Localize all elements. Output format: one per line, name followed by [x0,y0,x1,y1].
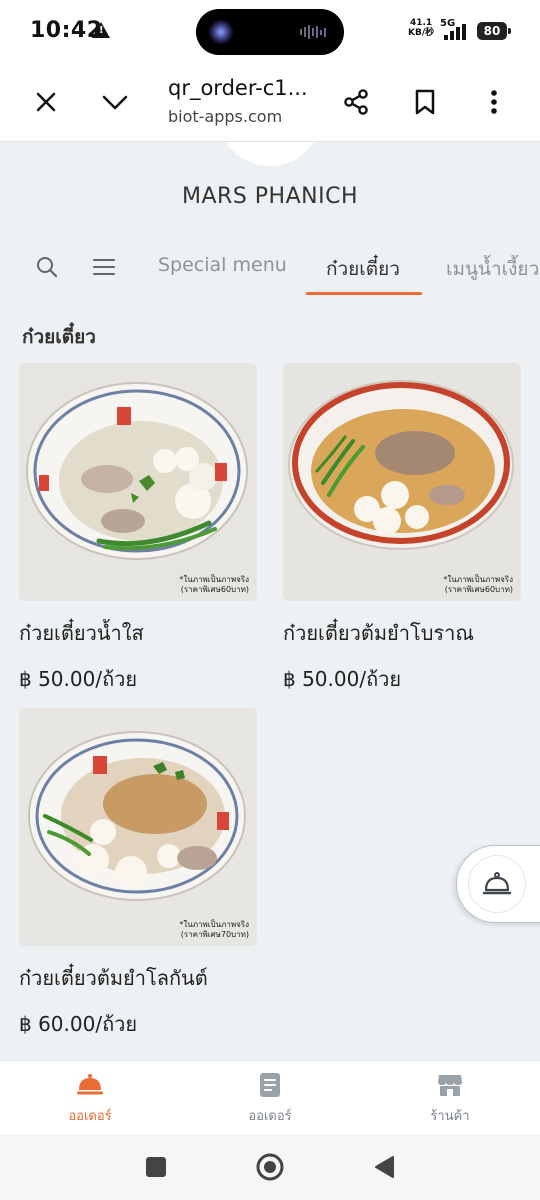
menu-item-card[interactable]: *ในภาพเป็นภาพจริง (ราคาพิเศษ60บาท) ก๋วยเ… [19,363,257,695]
menu-item-card[interactable]: *ในภาพเป็นภาพจริง (ราคาพิเศษ70บาท) ก๋วยเ… [19,708,257,1040]
chevron-down-icon[interactable] [93,80,137,124]
image-note: *ในภาพเป็นภาพจริง (ราคาพิเศษ60บาท) [179,575,249,595]
image-note-line-1: *ในภาพเป็นภาพจริง [443,575,513,584]
tab-nam-ngiao[interactable]: เมนูน้ำเงี้ยว [446,254,539,284]
tab-special-menu[interactable]: Special menu [158,254,287,276]
dynamic-island [196,9,344,55]
image-note-line-1: *ในภาพเป็นภาพจริง [179,920,249,929]
menu-item-name[interactable]: ก๋วยเตี๋ยวน้ำใส [19,617,257,649]
warning-icon [92,22,110,38]
status-bar: 10:42 41.1 KB/秒 5G 80 [0,0,540,62]
share-icon[interactable] [334,80,378,124]
image-note-line-2: (ราคาพิเศษ60บาท) [444,585,513,594]
bookmark-icon[interactable] [403,80,447,124]
bottom-nav: ออเดอร์ ออเดอร์ ร้านค้า [0,1060,540,1134]
nav-label: ออเดอร์ [68,1109,112,1124]
menu-icon[interactable] [89,252,119,282]
menu-item-name[interactable]: ก๋วยเตี๋ยวต้มยำโบราณ [283,617,521,649]
close-icon[interactable] [24,80,68,124]
network-speed-value: 41.1 [409,18,433,28]
home-icon[interactable] [255,1152,285,1182]
menu-item-image[interactable]: *ในภาพเป็นภาพจริง (ราคาพิเศษ70บาท) [19,708,257,946]
nav-order-list[interactable]: ออเดอร์ [180,1061,360,1135]
shop-name: MARS PHANICH [182,184,358,209]
page-url: biot-apps.com [168,107,283,126]
network-speed: 41.1 KB/秒 [408,18,434,38]
image-note-line-2: (ราคาพิเศษ70บาท) [180,930,249,939]
page-content: MARS PHANICH Special menu ก๋วยเตี๋ยว เมน… [0,142,540,1060]
section-title: ก๋วยเตี๋ยว [22,326,96,348]
store-icon [436,1071,464,1099]
network-speed-unit: KB/秒 [408,28,435,38]
menu-item-image[interactable]: *ในภาพเป็นภาพจริง (ราคาพิเศษ60บาท) [283,363,521,601]
page-title: qr_order-c1... [168,76,308,100]
browser-toolbar: qr_order-c1... biot-apps.com [0,62,540,142]
menu-item-name[interactable]: ก๋วยเตี๋ยวต้มยำโลกันต์ [19,962,257,994]
media-thumbnail-icon [208,19,234,45]
image-note: *ในภาพเป็นภาพจริง (ราคาพิเศษ60บาท) [443,575,513,595]
image-note-line-2: (ราคาพิเศษ60บาท) [180,585,249,594]
active-tab-indicator [306,292,422,295]
menu-item-card[interactable]: *ในภาพเป็นภาพจริง (ราคาพิเศษ60บาท) ก๋วยเ… [283,363,521,695]
shop-logo [218,142,322,166]
audio-wave-icon [300,25,326,39]
search-icon[interactable] [32,252,62,282]
menu-item-price: ฿ 50.00/ถ้วย [283,667,402,691]
category-tabs: Special menu ก๋วยเตี๋ยว เมนูน้ำเงี้ยว [0,238,540,302]
battery-icon: 80 [477,22,511,40]
menu-item-image[interactable]: *ในภาพเป็นภาพจริง (ราคาพิเศษ60บาท) [19,363,257,601]
nav-order-menu[interactable]: ออเดอร์ [0,1061,180,1135]
more-vert-icon[interactable] [472,80,516,124]
recents-icon[interactable] [141,1152,171,1182]
image-note: *ในภาพเป็นภาพจริง (ราคาพิเศษ70บาท) [179,920,249,940]
back-icon[interactable] [369,1152,399,1182]
system-nav-bar [0,1134,540,1200]
menu-item-price: ฿ 60.00/ถ้วย [19,1012,138,1036]
receipt-icon [256,1071,284,1099]
nav-label: ออเดอร์ [248,1109,292,1124]
nav-label: ร้านค้า [430,1109,470,1124]
menu-item-price: ฿ 50.00/ถ้วย [19,667,138,691]
bell-cloche-icon[interactable] [468,855,526,913]
nav-store[interactable]: ร้านค้า [360,1061,540,1135]
food-cloche-icon [76,1071,104,1099]
signal-icon [444,24,466,40]
tab-noodles[interactable]: ก๋วยเตี๋ยว [326,254,400,284]
call-waiter-button[interactable] [456,845,540,923]
image-note-line-1: *ในภาพเป็นภาพจริง [179,575,249,584]
